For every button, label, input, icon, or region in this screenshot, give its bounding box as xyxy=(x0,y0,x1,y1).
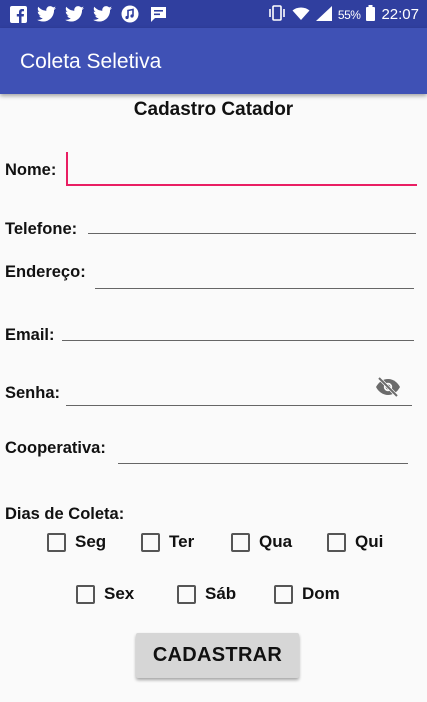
checkbox-label: Ter xyxy=(169,532,195,551)
nome-label: Nome: xyxy=(5,161,57,179)
wifi-icon xyxy=(292,6,310,24)
battery-icon xyxy=(366,5,376,24)
checkbox-box[interactable] xyxy=(76,584,95,604)
checkbox-box[interactable] xyxy=(177,584,196,604)
twitter-icon xyxy=(36,4,56,24)
app-title: Coleta Seletiva xyxy=(20,50,162,73)
senha-input[interactable] xyxy=(66,405,412,406)
checkbox-seg[interactable]: Seg xyxy=(47,532,106,552)
notification-icons xyxy=(8,4,168,24)
app-bar: Coleta Seletiva xyxy=(0,28,427,94)
checkbox-label: Seg xyxy=(75,532,107,551)
checkbox-label: Qui xyxy=(355,532,384,551)
checkbox-qua[interactable]: Qua xyxy=(231,532,292,552)
checkbox-dom[interactable]: Dom xyxy=(274,584,340,604)
checkbox-box[interactable] xyxy=(231,532,250,552)
cooperativa-input[interactable] xyxy=(118,463,408,464)
message-icon xyxy=(148,4,168,24)
twitter-icon xyxy=(92,4,112,24)
toggle-password-visibility-icon[interactable] xyxy=(375,376,401,398)
checkbox-label: Sex xyxy=(104,584,135,603)
checkbox-box[interactable] xyxy=(47,532,66,552)
battery-percent: 55% xyxy=(337,7,361,22)
checkbox-label: Dom xyxy=(302,584,340,603)
checkbox-sex[interactable]: Sex xyxy=(76,584,134,604)
cooperativa-label: Cooperativa: xyxy=(5,439,106,457)
clock: 22:07 xyxy=(381,6,419,23)
endereco-input[interactable] xyxy=(95,288,414,289)
twitter-icon xyxy=(64,4,84,24)
music-icon xyxy=(120,4,140,24)
status-bar: 55% 22:07 xyxy=(0,0,427,28)
senha-label: Senha: xyxy=(5,384,61,402)
dias-coleta-label: Dias de Coleta: xyxy=(5,505,125,523)
system-indicators: 55% 22:07 xyxy=(268,5,419,24)
facebook-icon xyxy=(8,4,28,24)
checkbox-label: Qua xyxy=(259,532,293,551)
text-cursor xyxy=(66,152,68,184)
vibrate-icon xyxy=(268,5,286,24)
checkbox-sab[interactable]: Sáb xyxy=(177,584,236,604)
form-title: Cadastro Catador xyxy=(133,99,294,120)
checkbox-ter[interactable]: Ter xyxy=(141,532,194,552)
signal-icon xyxy=(315,5,332,24)
telefone-input[interactable] xyxy=(88,233,416,234)
email-input[interactable] xyxy=(62,340,414,341)
endereco-label: Endereço: xyxy=(5,263,86,281)
email-label: Email: xyxy=(5,326,55,344)
checkbox-box[interactable] xyxy=(141,532,160,552)
checkbox-box[interactable] xyxy=(327,532,346,552)
checkbox-box[interactable] xyxy=(274,584,293,604)
nome-input[interactable] xyxy=(66,184,417,186)
telefone-label: Telefone: xyxy=(5,220,78,238)
cadastrar-button[interactable]: CADASTRAR xyxy=(136,633,299,678)
checkbox-qui[interactable]: Qui xyxy=(327,532,383,552)
checkbox-label: Sáb xyxy=(205,584,237,603)
